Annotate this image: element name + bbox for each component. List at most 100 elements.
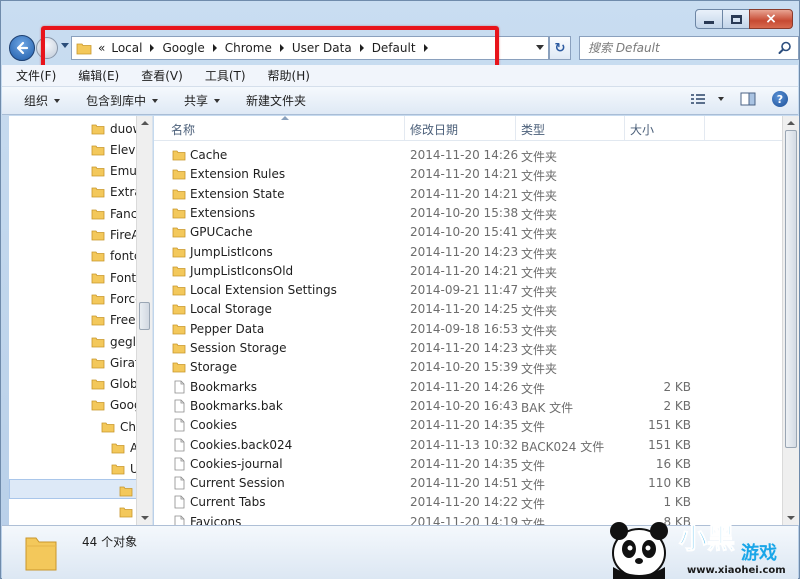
column-divider[interactable] — [515, 116, 516, 140]
preview-pane-icon[interactable] — [740, 92, 756, 106]
tree-item[interactable]: U — [111, 459, 139, 480]
file-name: Cookies-journal — [190, 456, 283, 471]
tree-item[interactable]: duow — [91, 118, 142, 139]
tree-item[interactable]: Glob — [91, 374, 138, 395]
tree-item[interactable]: Freer — [91, 310, 140, 331]
table-row[interactable]: Local Storage 2014-11-20 14:25 文件夹 — [154, 300, 782, 319]
close-button[interactable]: × — [749, 9, 793, 29]
file-date: 2014-09-21 11:47 — [410, 283, 519, 298]
file-type: 文件夹 — [521, 246, 558, 261]
table-row[interactable]: Current Tabs 2014-11-20 14:22 文件 1 KB — [154, 493, 782, 512]
file-type: 文件 — [521, 497, 546, 512]
recent-pages-dropdown[interactable] — [61, 43, 69, 48]
file-scroll-thumb[interactable] — [785, 130, 797, 448]
table-row[interactable]: Extension State 2014-11-20 14:21 文件夹 — [154, 185, 782, 204]
tree-item[interactable]: fontc — [91, 246, 140, 267]
menu-tools[interactable]: 工具(T) — [205, 67, 246, 84]
share-button[interactable]: 共享 — [184, 92, 221, 109]
breadcrumb-segment[interactable]: User Data — [292, 41, 352, 55]
help-icon[interactable]: ? — [772, 91, 788, 107]
tree-item[interactable]: A — [111, 438, 138, 459]
column-divider[interactable] — [704, 116, 705, 140]
file-icon — [172, 457, 186, 471]
column-name[interactable]: 名称 — [171, 121, 195, 138]
address-history-dropdown[interactable] — [536, 45, 544, 50]
file-date: 2014-11-20 14:51 — [410, 476, 519, 491]
tree-item[interactable]: Force — [91, 288, 142, 309]
tree-item[interactable]: Extra — [91, 182, 142, 203]
table-row[interactable]: Extension Rules 2014-11-20 14:21 文件夹 — [154, 165, 782, 184]
table-row[interactable]: Storage 2014-10-20 15:39 文件夹 — [154, 358, 782, 377]
column-divider[interactable] — [404, 116, 405, 140]
menu-view[interactable]: 查看(V) — [141, 67, 183, 84]
folder-icon — [91, 249, 105, 263]
file-type: 文件夹 — [521, 285, 558, 300]
scroll-down-icon[interactable] — [141, 516, 149, 520]
column-type[interactable]: 类型 — [521, 121, 545, 138]
file-date: 2014-11-20 14:21 — [410, 263, 519, 278]
back-button[interactable] — [9, 35, 35, 61]
table-row[interactable]: GPUCache 2014-10-20 15:41 文件夹 — [154, 223, 782, 242]
refresh-button[interactable]: ↻ — [549, 36, 571, 60]
nav-scrollbar[interactable] — [136, 116, 152, 525]
search-icon[interactable] — [778, 41, 792, 55]
table-row[interactable]: Cache 2014-11-20 14:26 文件夹 — [154, 146, 782, 165]
view-dropdown-icon[interactable] — [718, 97, 724, 101]
include-in-library-button[interactable]: 包含到库中 — [86, 92, 159, 109]
view-options-icon[interactable] — [690, 92, 706, 106]
column-date[interactable]: 修改日期 — [410, 121, 458, 138]
menu-edit[interactable]: 编辑(E) — [78, 67, 119, 84]
table-row[interactable]: Local Extension Settings 2014-09-21 11:47… — [154, 281, 782, 300]
new-folder-button[interactable]: 新建文件夹 — [246, 92, 306, 109]
navigation-row: « Local Google Chrome User Data Default ↻ — [9, 34, 799, 61]
table-row[interactable]: Pepper Data 2014-09-18 16:53 文件夹 — [154, 320, 782, 339]
file-list-scrollbar[interactable] — [782, 116, 799, 525]
tree-item[interactable]: Giraf — [91, 352, 139, 373]
breadcrumb-segment[interactable]: Local — [111, 41, 142, 55]
table-row[interactable]: Cookies.back024 2014-11-13 10:32 BACK024 文… — [154, 436, 782, 455]
table-row[interactable]: Extensions 2014-10-20 15:38 文件夹 — [154, 204, 782, 223]
file-size: 16 KB — [655, 456, 691, 471]
tree-item[interactable]: Goog — [91, 395, 142, 416]
breadcrumb-segment[interactable]: Google — [162, 41, 204, 55]
table-row[interactable]: JumpListIconsOld 2014-11-20 14:21 文件夹 — [154, 262, 782, 281]
table-row[interactable]: JumpListIcons 2014-11-20 14:23 文件夹 — [154, 243, 782, 262]
share-label: 共享 — [184, 94, 209, 108]
breadcrumb-segment[interactable]: Default — [372, 41, 416, 55]
breadcrumb-separator-icon[interactable] — [212, 44, 217, 52]
tree-item[interactable]: Eleva — [91, 139, 143, 160]
minimize-button[interactable] — [695, 9, 723, 29]
file-size: 151 KB — [648, 418, 691, 433]
tree-item[interactable]: Emur — [91, 161, 142, 182]
forward-button[interactable] — [36, 37, 58, 59]
breadcrumb-separator-icon[interactable] — [279, 44, 284, 52]
tree-item[interactable]: gegl- — [91, 331, 140, 352]
table-row[interactable]: Current Session 2014-11-20 14:51 文件 110 KB — [154, 474, 782, 493]
table-row[interactable]: Cookies 2014-11-20 14:35 文件 151 KB — [154, 416, 782, 435]
tree-item[interactable]: Chr — [101, 416, 141, 437]
breadcrumb-separator-icon[interactable] — [359, 44, 364, 52]
organize-button[interactable]: 组织 — [24, 92, 61, 109]
table-row[interactable]: Cookies-journal 2014-11-20 14:35 文件 16 KB — [154, 455, 782, 474]
breadcrumb-separator-icon[interactable] — [150, 44, 155, 52]
search-input[interactable] — [588, 41, 778, 55]
tree-item-label: Giraf — [110, 355, 140, 370]
maximize-button[interactable] — [722, 9, 750, 29]
table-row[interactable]: Bookmarks 2014-11-20 14:26 文件 2 KB — [154, 378, 782, 397]
breadcrumb-segment[interactable]: Chrome — [225, 41, 272, 55]
table-row[interactable]: Session Storage 2014-11-20 14:23 文件夹 — [154, 339, 782, 358]
tree-item[interactable]: FireA — [91, 225, 140, 246]
scroll-up-icon[interactable] — [141, 121, 149, 125]
folder-icon — [91, 271, 105, 285]
breadcrumb-separator-icon[interactable] — [423, 44, 428, 52]
address-bar[interactable]: « Local Google Chrome User Data Default — [71, 36, 549, 60]
search-box[interactable] — [579, 36, 799, 60]
scroll-up-icon[interactable] — [787, 121, 795, 125]
breadcrumb-overflow[interactable]: « — [98, 41, 105, 55]
column-divider[interactable] — [624, 116, 625, 140]
menu-file[interactable]: 文件(F) — [16, 67, 56, 84]
nav-scroll-thumb[interactable] — [139, 302, 150, 330]
column-size[interactable]: 大小 — [630, 121, 654, 138]
menu-help[interactable]: 帮助(H) — [268, 67, 310, 84]
table-row[interactable]: Bookmarks.bak 2014-10-20 16:43 BAK 文件 2 KB — [154, 397, 782, 416]
